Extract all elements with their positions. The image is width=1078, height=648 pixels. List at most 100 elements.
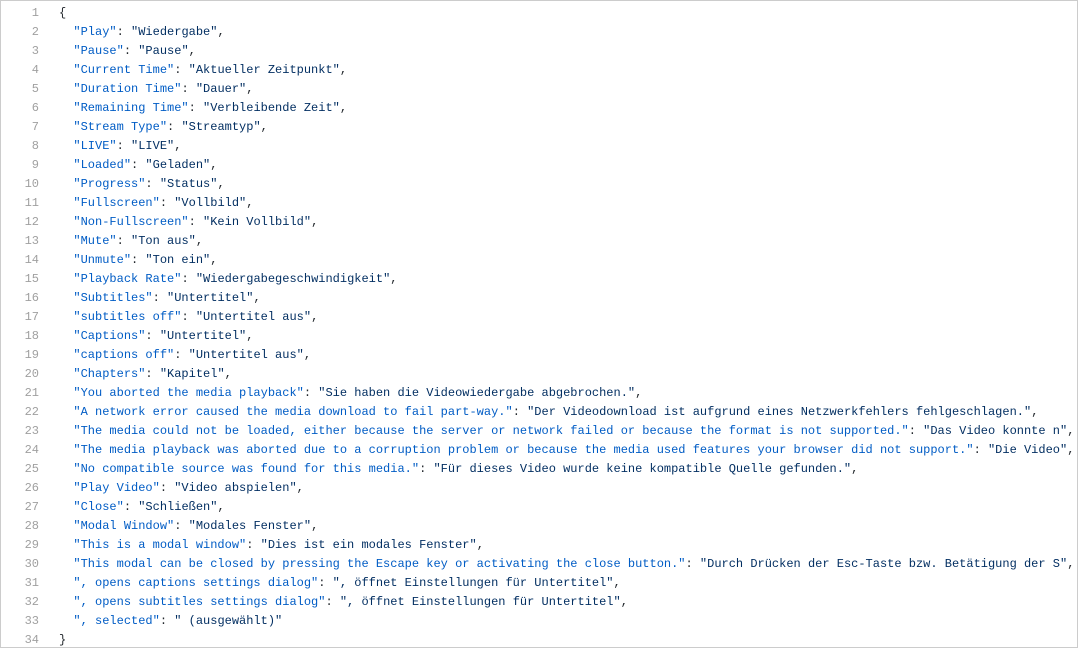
line-number: 17 xyxy=(1,308,53,327)
json-value: "LIVE" xyxy=(131,139,174,153)
json-key: "Close" xyxy=(73,500,123,514)
json-value: "Verbleibende Zeit" xyxy=(203,101,340,115)
json-key: "captions off" xyxy=(73,348,174,362)
code-line: "Fullscreen": "Vollbild", xyxy=(59,194,1077,213)
brace-open: { xyxy=(59,6,66,20)
code-line: "Captions": "Untertitel", xyxy=(59,327,1077,346)
json-value: ", öffnet Einstellungen für Untertitel" xyxy=(333,576,614,590)
code-line: "LIVE": "LIVE", xyxy=(59,137,1077,156)
code-line: "Mute": "Ton aus", xyxy=(59,232,1077,251)
line-number: 24 xyxy=(1,441,53,460)
json-key: "Non-Fullscreen" xyxy=(73,215,188,229)
json-value: "Modales Fenster" xyxy=(189,519,311,533)
code-line: "Progress": "Status", xyxy=(59,175,1077,194)
code-line: "Playback Rate": "Wiedergabegeschwindigk… xyxy=(59,270,1077,289)
json-key: "This is a modal window" xyxy=(73,538,246,552)
line-number: 30 xyxy=(1,555,53,574)
json-value: "Wiedergabe" xyxy=(131,25,217,39)
json-key: "Playback Rate" xyxy=(73,272,181,286)
code-line: "Modal Window": "Modales Fenster", xyxy=(59,517,1077,536)
json-value: "Aktueller Zeitpunkt" xyxy=(189,63,340,77)
line-number: 6 xyxy=(1,99,53,118)
code-viewer: 1234567891011121314151617181920212223242… xyxy=(0,0,1078,648)
line-number: 25 xyxy=(1,460,53,479)
json-value: "Für dieses Video wurde keine kompatible… xyxy=(433,462,851,476)
json-value: "Ton ein" xyxy=(145,253,210,267)
line-number: 7 xyxy=(1,118,53,137)
line-number: 23 xyxy=(1,422,53,441)
line-number: 11 xyxy=(1,194,53,213)
line-number: 33 xyxy=(1,612,53,631)
code-line: "The media playback was aborted due to a… xyxy=(59,441,1077,460)
brace-close: } xyxy=(59,633,66,647)
json-key: "The media playback was aborted due to a… xyxy=(73,443,973,457)
line-number: 10 xyxy=(1,175,53,194)
json-key: "Current Time" xyxy=(73,63,174,77)
code-line: "A network error caused the media downlo… xyxy=(59,403,1077,422)
json-value: "Untertitel" xyxy=(160,329,246,343)
code-line: "Play Video": "Video abspielen", xyxy=(59,479,1077,498)
line-number: 5 xyxy=(1,80,53,99)
json-value: "Streamtyp" xyxy=(181,120,260,134)
json-value: ", öffnet Einstellungen für Untertitel" xyxy=(340,595,621,609)
json-value: "Dies ist ein modales Fenster" xyxy=(261,538,477,552)
json-value: "Untertitel aus" xyxy=(196,310,311,324)
code-line: "Subtitles": "Untertitel", xyxy=(59,289,1077,308)
code-line: "Stream Type": "Streamtyp", xyxy=(59,118,1077,137)
json-key: "You aborted the media playback" xyxy=(73,386,303,400)
json-key: "Captions" xyxy=(73,329,145,343)
line-number: 2 xyxy=(1,23,53,42)
code-line: ", opens subtitles settings dialog": ", … xyxy=(59,593,1077,612)
code-line: "Unmute": "Ton ein", xyxy=(59,251,1077,270)
json-value: "Kapitel" xyxy=(160,367,225,381)
json-key: "Fullscreen" xyxy=(73,196,159,210)
json-value: "Geladen" xyxy=(145,158,210,172)
line-number: 3 xyxy=(1,42,53,61)
json-value: "Untertitel aus" xyxy=(189,348,304,362)
code-line: "Chapters": "Kapitel", xyxy=(59,365,1077,384)
json-value: "Vollbild" xyxy=(174,196,246,210)
json-value: "Video abspielen" xyxy=(174,481,296,495)
json-value: "Sie haben die Videowiedergabe abgebroch… xyxy=(318,386,635,400)
json-key: "Duration Time" xyxy=(73,82,181,96)
json-key: "Pause" xyxy=(73,44,123,58)
json-key: "The media could not be loaded, either b… xyxy=(73,424,908,438)
line-number: 9 xyxy=(1,156,53,175)
line-number: 8 xyxy=(1,137,53,156)
json-key: "Subtitles" xyxy=(73,291,152,305)
json-value: "Schließen" xyxy=(138,500,217,514)
line-number: 28 xyxy=(1,517,53,536)
json-key: "Mute" xyxy=(73,234,116,248)
line-number: 29 xyxy=(1,536,53,555)
code-line: ", selected": " (ausgewählt)" xyxy=(59,612,1077,631)
code-line: "Play": "Wiedergabe", xyxy=(59,23,1077,42)
code-line: "Current Time": "Aktueller Zeitpunkt", xyxy=(59,61,1077,80)
line-number: 31 xyxy=(1,574,53,593)
code-line: "This modal can be closed by pressing th… xyxy=(59,555,1077,574)
json-key: "subtitles off" xyxy=(73,310,181,324)
line-number: 13 xyxy=(1,232,53,251)
line-number: 16 xyxy=(1,289,53,308)
json-key: "Progress" xyxy=(73,177,145,191)
line-number: 19 xyxy=(1,346,53,365)
code-line: { xyxy=(59,4,1077,23)
line-number: 12 xyxy=(1,213,53,232)
code-line: "captions off": "Untertitel aus", xyxy=(59,346,1077,365)
json-key: "LIVE" xyxy=(73,139,116,153)
line-number: 14 xyxy=(1,251,53,270)
code-line: "Remaining Time": "Verbleibende Zeit", xyxy=(59,99,1077,118)
json-value: "Status" xyxy=(160,177,218,191)
line-number: 20 xyxy=(1,365,53,384)
json-key: "A network error caused the media downlo… xyxy=(73,405,512,419)
json-key: "This modal can be closed by pressing th… xyxy=(73,557,685,571)
json-value: "Untertitel" xyxy=(167,291,253,305)
json-value: " (ausgewählt)" xyxy=(174,614,282,628)
json-value: "Kein Vollbild" xyxy=(203,215,311,229)
json-value: "Ton aus" xyxy=(131,234,196,248)
line-number: 15 xyxy=(1,270,53,289)
code-area: { "Play": "Wiedergabe", "Pause": "Pause"… xyxy=(53,1,1077,647)
json-value: "Das Video konnte n" xyxy=(923,424,1067,438)
line-number: 34 xyxy=(1,631,53,648)
line-number: 18 xyxy=(1,327,53,346)
json-key: "Play Video" xyxy=(73,481,159,495)
